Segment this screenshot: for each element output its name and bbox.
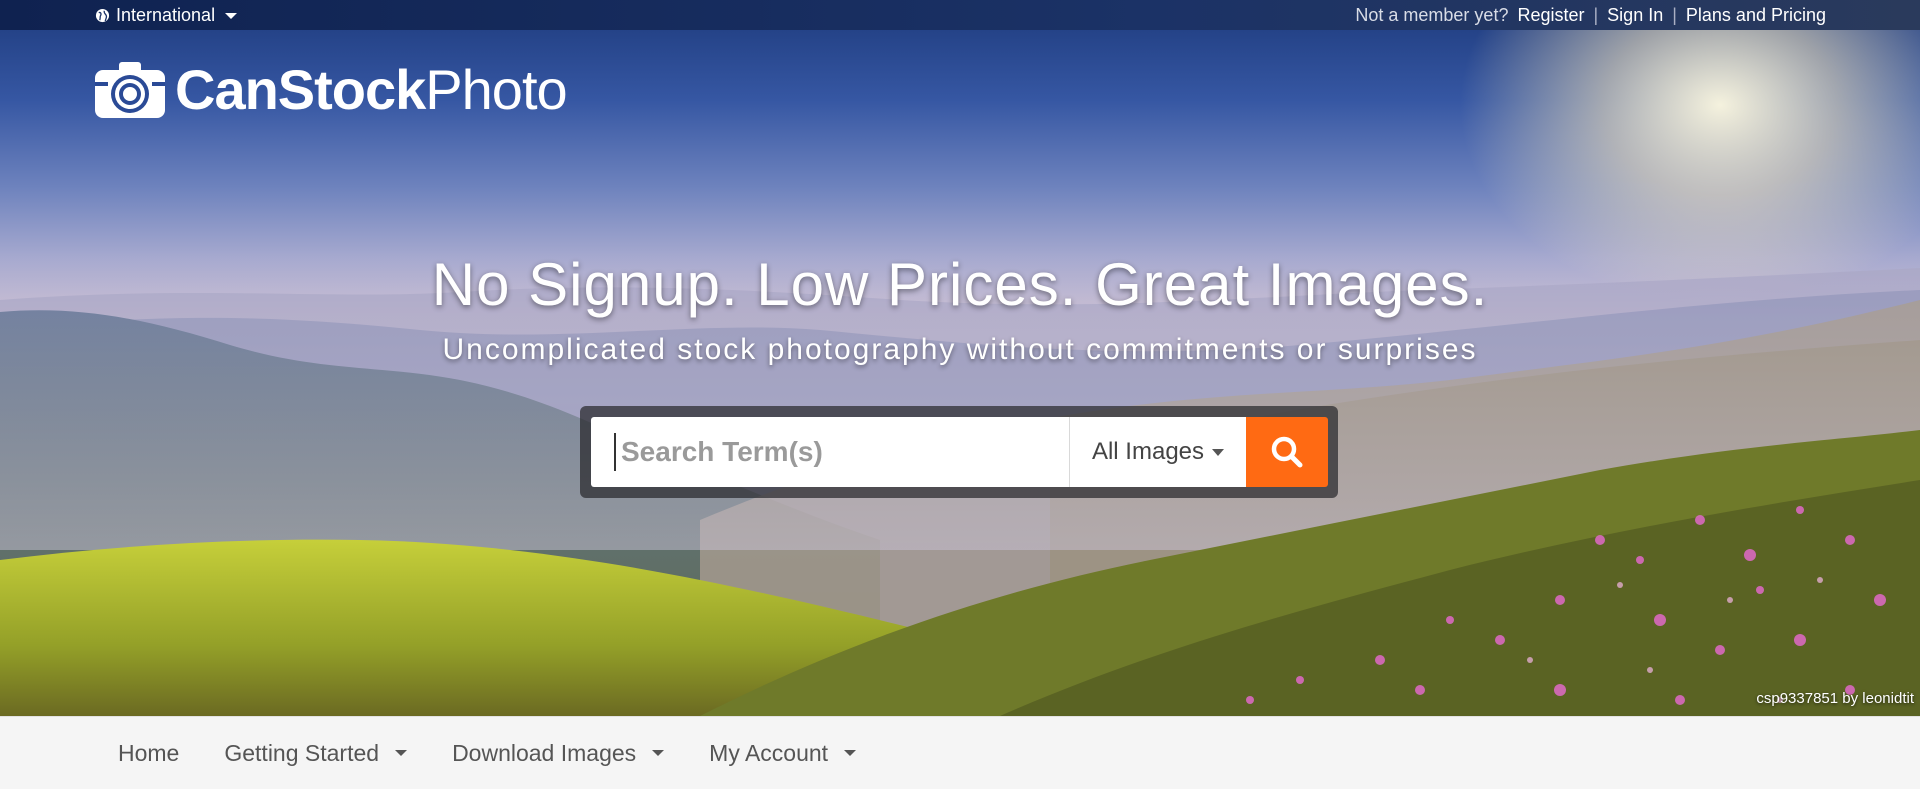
top-bar: International Not a member yet? Register…: [0, 0, 1920, 30]
brand-logo[interactable]: CanStock Photo: [95, 58, 568, 121]
chevron-down-icon: [225, 12, 238, 19]
register-link[interactable]: Register: [1517, 5, 1584, 26]
hero-subheadline: Uncomplicated stock photography without …: [442, 333, 1478, 366]
search-input[interactable]: [591, 417, 1069, 487]
nav-item-getting-started[interactable]: Getting Started: [224, 739, 408, 767]
hero-headline: No Signup. Low Prices. Great Images.: [431, 251, 1489, 318]
image-type-selected: All Images: [1091, 438, 1205, 465]
camera-logo-icon: [95, 62, 165, 118]
text-cursor: [614, 433, 616, 471]
chevron-down-icon: [652, 750, 665, 756]
image-credit: csp9337851 by leonidtit: [1756, 690, 1914, 707]
image-type-dropdown[interactable]: All Images: [1069, 417, 1246, 487]
locale-label: International: [116, 5, 216, 25]
member-links: Not a member yet? Register | Sign In | P…: [1355, 5, 1826, 26]
plans-pricing-link[interactable]: Plans and Pricing: [1686, 5, 1826, 26]
nav-item-label: Home: [118, 739, 180, 766]
nav-item-my-account[interactable]: My Account: [709, 739, 857, 767]
nav-item-download-images[interactable]: Download Images: [452, 739, 665, 767]
locale-selector[interactable]: International: [95, 5, 238, 26]
nav-item-label: Download Images: [452, 739, 637, 766]
nav-item-home[interactable]: Home: [118, 740, 179, 767]
brand-name-light: Photo: [425, 58, 567, 121]
brand-wordmark: CanStock Photo: [175, 58, 568, 121]
main-nav: Home Getting Started Download Images My …: [0, 716, 1920, 789]
nav-item-label: Getting Started: [224, 739, 380, 766]
brand-name-bold: CanStock: [175, 58, 426, 121]
search-button[interactable]: [1246, 417, 1328, 487]
globe-icon: [95, 8, 110, 23]
nav-item-label: My Account: [709, 739, 829, 766]
search-icon: [1271, 436, 1303, 468]
member-prompt: Not a member yet?: [1355, 5, 1509, 25]
link-separator: |: [1672, 5, 1677, 25]
sign-in-link[interactable]: Sign In: [1607, 5, 1663, 26]
link-separator: |: [1593, 5, 1599, 25]
chevron-down-icon: [1212, 448, 1225, 456]
search-bar: All Images: [580, 406, 1338, 498]
chevron-down-icon: [395, 750, 408, 756]
chevron-down-icon: [844, 750, 857, 756]
